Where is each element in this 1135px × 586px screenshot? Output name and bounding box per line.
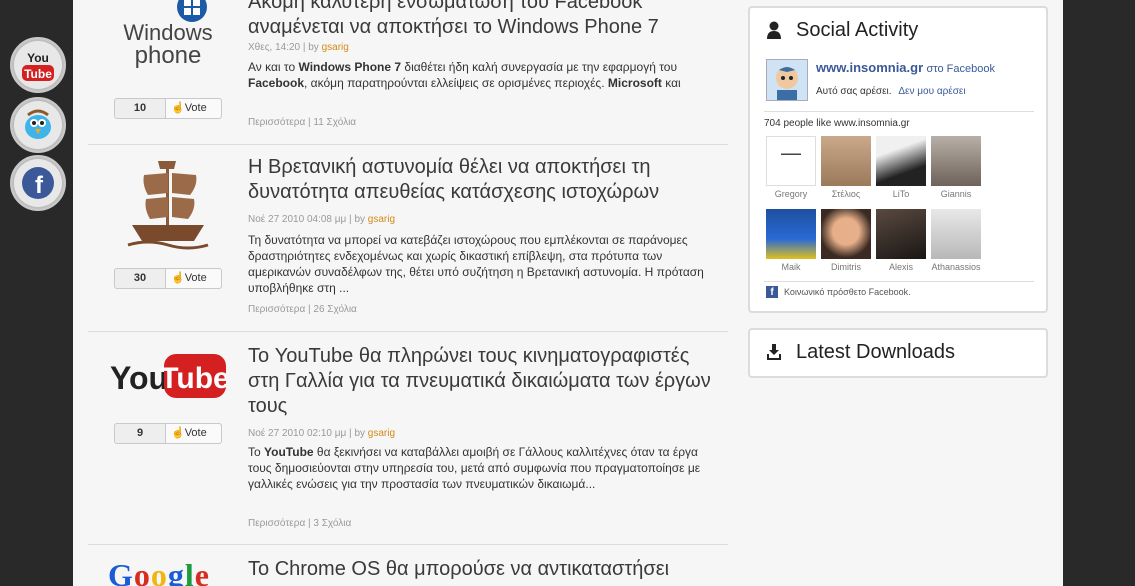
friend-avatar	[876, 136, 926, 186]
article-item: Η Βρετανική αστυνομία θέλει να αποκτήσει…	[88, 145, 728, 332]
article-date: Νοέ 27 2010 04:08 μμ	[248, 214, 347, 225]
article-date: Νοέ 27 2010 02:10 μμ	[248, 428, 347, 439]
friend-item[interactable]: Giannis	[931, 136, 981, 199]
unlike-link[interactable]: Δεν μου αρέσει	[898, 86, 965, 97]
youtube-social-icon[interactable]: You Tube	[10, 37, 66, 93]
twitter-social-icon[interactable]	[10, 97, 66, 153]
article-body: Αν και το Windows Phone 7 διαθέτει ήδη κ…	[248, 60, 681, 90]
friend-avatar	[821, 209, 871, 259]
article-footer: Περισσότερα | 3 Σχόλια	[248, 518, 352, 529]
on-facebook-label[interactable]: στο Facebook	[927, 63, 995, 75]
content-page: Windows phone Ακόμη καλύτερη ενσωμάτωση …	[73, 0, 1063, 586]
vote-count: 9	[115, 424, 166, 443]
widget-title: Social Activity	[750, 8, 1046, 52]
thumb-up-icon: ☝	[171, 102, 185, 114]
article-footer: Περισσότερα | 26 Σχόλια	[248, 304, 357, 315]
vote-button[interactable]: ☝Vote	[166, 269, 221, 288]
article-title[interactable]: Η Βρετανική αστυνομία θέλει να αποκτήσει…	[248, 155, 718, 205]
article-title[interactable]: Ακόμη καλύτερη ενσωμάτωση του Facebook α…	[248, 0, 718, 40]
article-body: Τη δυνατότητα να μπορεί να κατεβάζει ιστ…	[248, 233, 704, 295]
svg-text:f: f	[35, 172, 44, 199]
friend-item[interactable]: Στέλιος	[821, 136, 871, 199]
comments-link[interactable]: 11 Σχόλια	[313, 117, 356, 128]
thumb-up-icon: ☝	[171, 272, 185, 284]
comments-link[interactable]: 26 Σχόλια	[313, 304, 356, 315]
article-author[interactable]: gsarig	[368, 428, 395, 439]
youtube-logo-text-tube: Tube	[160, 362, 226, 395]
youtube-icon: You Tube	[22, 51, 54, 81]
friend-avatar	[931, 209, 981, 259]
friend-item[interactable]: ▬▬▬▬ Gregory	[766, 136, 816, 199]
page-link-line: www.insomnia.gr στο Facebook	[816, 60, 995, 75]
windows-logo-text: Windows	[123, 20, 213, 45]
comments-link[interactable]: 3 Σχόλια	[313, 518, 351, 529]
pirate-ship-logo	[127, 161, 209, 250]
latest-downloads-widget: Latest Downloads	[748, 328, 1048, 378]
svg-text:Tube: Tube	[24, 67, 52, 81]
friend-avatar	[821, 136, 871, 186]
facebook-icon: f	[22, 167, 54, 199]
friend-avatar	[876, 209, 926, 259]
article-meta: Νοέ 27 2010 02:10 μμ | by gsarig	[248, 428, 396, 439]
vote-widget: 9 ☝Vote	[114, 423, 222, 444]
page-avatar[interactable]	[766, 59, 808, 101]
thumb-up-icon: ☝	[171, 427, 185, 439]
friend-item[interactable]: LiTo	[876, 136, 926, 199]
divider	[764, 111, 1034, 112]
article-title[interactable]: Το YouTube θα πληρώνει τους κινηματογραφ…	[248, 344, 718, 419]
article-item: You Tube Το YouTube θα πληρώνει τους κιν…	[88, 332, 728, 545]
article-footer: Περισσότερα | 11 Σχόλια	[248, 117, 357, 128]
article-thumbnail[interactable]: You Tube	[103, 346, 233, 406]
facebook-plugin-footer[interactable]: f Κοινωνικό πρόσθετο Facebook.	[766, 286, 911, 298]
page-link[interactable]: www.insomnia.gr	[816, 60, 923, 75]
article-date: Χθες, 14:20	[248, 42, 301, 53]
vote-button[interactable]: ☝Vote	[166, 99, 221, 118]
friend-item[interactable]: Maik	[766, 209, 816, 272]
vote-widget: 10 ☝Vote	[114, 98, 222, 119]
article-author[interactable]: gsarig	[368, 214, 395, 225]
article-meta: Νοέ 27 2010 04:08 μμ | by gsarig	[248, 214, 396, 225]
by-label: by	[354, 214, 365, 225]
windows-logo-icon	[177, 0, 207, 22]
by-label: by	[354, 428, 365, 439]
article-thumbnail[interactable]	[103, 155, 233, 255]
more-link[interactable]: Περισσότερα	[248, 518, 305, 529]
friend-item[interactable]: Athanassios	[931, 209, 981, 272]
person-icon	[766, 8, 782, 52]
friend-avatar	[931, 136, 981, 186]
vote-count: 30	[115, 269, 166, 288]
more-link[interactable]: Περισσότερα	[248, 304, 305, 315]
download-icon	[766, 330, 782, 374]
likes-count: 704 people like www.insomnia.gr	[764, 118, 910, 129]
article-body: Το YouTube θα ξεκινήσει να καταβάλλει αμ…	[248, 445, 701, 491]
article-meta: Χθες, 14:20 | by gsarig	[248, 42, 349, 53]
article-title[interactable]: Το Chrome OS θα μπορούσε να αντικαταστήσ…	[248, 557, 718, 582]
youtube-logo: You Tube	[110, 354, 226, 398]
article-item: Google Το Chrome OS θα μπορούσε να αντικ…	[88, 545, 728, 586]
vote-widget: 30 ☝Vote	[114, 268, 222, 289]
facebook-social-icon[interactable]: f	[10, 155, 66, 211]
svg-text:You: You	[27, 51, 49, 65]
divider	[764, 281, 1034, 282]
article-thumbnail[interactable]: Windows phone	[103, 0, 233, 76]
article-item: Windows phone Ακόμη καλύτερη ενσωμάτωση …	[88, 0, 728, 145]
twitter-bird-icon	[25, 109, 51, 139]
phone-logo-text: phone	[134, 42, 202, 69]
friend-avatar	[766, 209, 816, 259]
friend-item[interactable]: Dimitris	[821, 209, 871, 272]
friend-item[interactable]: Alexis	[876, 209, 926, 272]
widget-title: Latest Downloads	[750, 330, 1046, 374]
by-label: by	[308, 42, 319, 53]
vote-button[interactable]: ☝Vote	[166, 424, 221, 443]
like-status: Αυτό σας αρέσει. Δεν μου αρέσει	[816, 86, 966, 97]
facebook-small-icon: f	[766, 286, 778, 298]
more-link[interactable]: Περισσότερα	[248, 117, 305, 128]
friend-avatar: ▬▬▬▬	[766, 136, 816, 186]
social-activity-widget: Social Activity www.insomnia.gr στο Face…	[748, 6, 1048, 313]
vote-count: 10	[115, 99, 166, 118]
google-logo[interactable]: Google	[108, 557, 210, 586]
article-author[interactable]: gsarig	[322, 42, 349, 53]
